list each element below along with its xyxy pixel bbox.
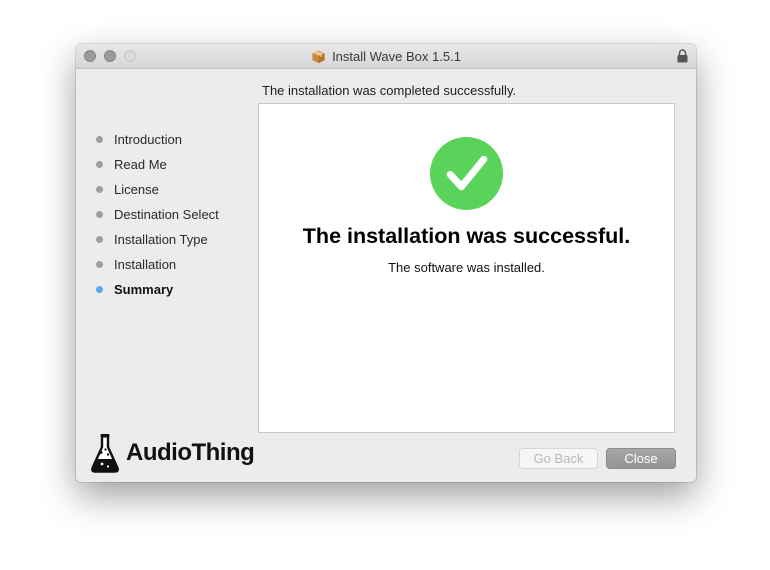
step-label: Destination Select [114, 207, 219, 222]
brand-name: AudioThing [126, 439, 255, 466]
checkmark-circle-icon [430, 137, 503, 210]
step-read-me: Read Me [96, 152, 219, 177]
content-panel: The installation was successful. The sof… [258, 103, 675, 433]
success-title: The installation was successful. [302, 224, 631, 248]
step-label: Installation [114, 257, 177, 272]
step-dot [96, 211, 103, 218]
step-installation: Installation [96, 252, 219, 277]
step-dot [96, 186, 103, 193]
package-icon [312, 49, 325, 63]
step-introduction: Introduction [96, 127, 219, 152]
step-label: License [114, 182, 159, 197]
window-title: Install Wave Box 1.5.1 [332, 48, 461, 64]
status-heading: The installation was completed successfu… [262, 83, 517, 98]
title-bar: Install Wave Box 1.5.1 [76, 44, 696, 69]
step-label: Introduction [114, 132, 182, 147]
step-installation-type: Installation Type [96, 227, 219, 252]
step-label: Installation Type [114, 232, 208, 247]
steps-sidebar: Introduction Read Me License Destination… [96, 127, 219, 302]
step-label: Summary [114, 282, 174, 297]
close-button[interactable]: Close [606, 448, 676, 469]
lock-icon [677, 49, 688, 63]
step-dot-active [96, 286, 103, 293]
step-dot [96, 161, 103, 168]
step-summary: Summary [96, 277, 219, 302]
installer-window: Install Wave Box 1.5.1 The installation … [76, 44, 696, 482]
brand-logo: AudioThing [90, 432, 255, 474]
step-label: Read Me [114, 157, 167, 172]
flask-icon [91, 434, 119, 473]
step-dot [96, 261, 103, 268]
go-back-button: Go Back [519, 448, 598, 469]
step-dot [96, 236, 103, 243]
step-destination-select: Destination Select [96, 202, 219, 227]
step-license: License [96, 177, 219, 202]
success-subtitle: The software was installed. [388, 260, 545, 275]
step-dot [96, 136, 103, 143]
